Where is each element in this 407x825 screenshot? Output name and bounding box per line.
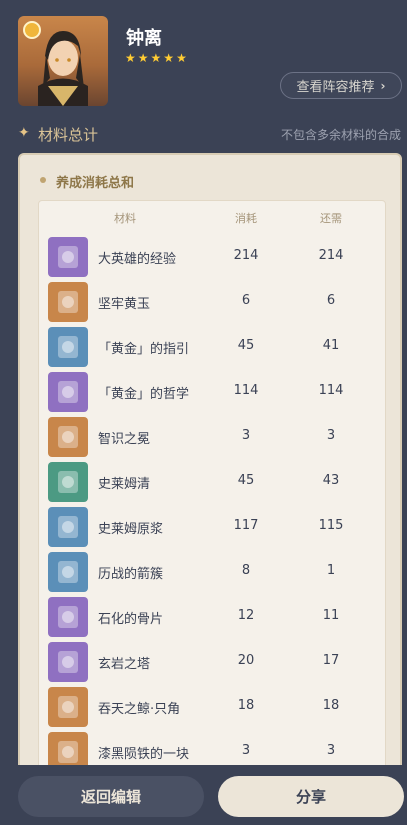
- used-count: 114: [233, 383, 259, 398]
- view-team-recommendation-button[interactable]: 查看阵容推荐 ›: [280, 72, 402, 99]
- column-header-used: 消耗: [235, 212, 257, 225]
- material-name: 玄岩之塔: [98, 657, 151, 672]
- table-row[interactable]: 历战的箭簇 8 1: [39, 550, 385, 595]
- book-icon: [48, 237, 88, 277]
- character-name: 钟离: [126, 28, 162, 49]
- section-title: 材料总计: [38, 126, 99, 144]
- material-name: 吞天之鲸·只角: [98, 702, 181, 717]
- recommend-label: 查看阵容推荐: [296, 80, 375, 95]
- section-note: 不包含多余材料的合成: [280, 128, 401, 142]
- needed-count: 3: [326, 428, 336, 443]
- card-title: 养成消耗总和: [56, 176, 135, 191]
- back-to-edit-button[interactable]: 返回编辑: [18, 776, 204, 817]
- table-row[interactable]: 坚牢黄玉 6 6: [39, 280, 385, 325]
- material-name: 大英雄的经验: [98, 252, 177, 267]
- used-count: 3: [241, 428, 251, 443]
- table-row[interactable]: 玄岩之塔 20 17: [39, 640, 385, 685]
- arrowhead-icon: [48, 552, 88, 592]
- needed-count: 6: [326, 293, 336, 308]
- table-row[interactable]: 石化的骨片 12 11: [39, 595, 385, 640]
- material-name: 坚牢黄玉: [98, 297, 151, 312]
- table-header: 材料 消耗 还需: [39, 201, 385, 235]
- whale-horn-icon: [48, 687, 88, 727]
- table-row[interactable]: 「黄金」的哲学 114 114: [39, 370, 385, 415]
- basalt-pillar-icon: [48, 642, 88, 682]
- used-count: 20: [237, 653, 255, 668]
- bone-shard-icon: [48, 597, 88, 637]
- needed-count: 114: [318, 383, 344, 398]
- philosophy-book-icon: [48, 372, 88, 412]
- used-count: 6: [241, 293, 251, 308]
- needed-count: 214: [318, 248, 344, 263]
- table-row[interactable]: 吞天之鲸·只角 18 18: [39, 685, 385, 730]
- guide-book-icon: [48, 327, 88, 367]
- used-count: 12: [237, 608, 255, 623]
- used-count: 214: [233, 248, 259, 263]
- bullet-icon: [40, 177, 46, 183]
- material-name: 「黄金」的哲学: [98, 387, 190, 402]
- needed-count: 18: [322, 698, 340, 713]
- used-count: 117: [233, 518, 259, 533]
- material-name: 石化的骨片: [98, 612, 164, 627]
- column-header-material: 材料: [114, 212, 136, 225]
- table-row[interactable]: 大英雄的经验 214 214: [39, 235, 385, 280]
- material-name: 史莱姆原浆: [98, 522, 164, 537]
- table-body: 大英雄的经验 214 214 坚牢黄玉 6 6 「黄金」的指引 45 41 「黄金」的哲学 114 1…: [39, 235, 385, 775]
- table-row[interactable]: 智识之冕 3 3: [39, 415, 385, 460]
- column-header-needed: 还需: [320, 212, 342, 225]
- used-count: 45: [237, 473, 255, 488]
- star-icon: ★: [137, 51, 149, 65]
- star-rating: ★ ★ ★ ★ ★: [125, 52, 187, 64]
- needed-count: 41: [322, 338, 340, 353]
- needed-count: 17: [322, 653, 340, 668]
- material-name: 史莱姆清: [98, 477, 151, 492]
- crown-icon: [48, 417, 88, 457]
- geo-element-icon: [23, 21, 41, 39]
- table-row[interactable]: 史莱姆原浆 117 115: [39, 505, 385, 550]
- character-avatar: [18, 16, 108, 106]
- used-count: 8: [241, 563, 251, 578]
- used-count: 3: [241, 743, 251, 758]
- star-icon: ★: [176, 51, 187, 65]
- needed-count: 43: [322, 473, 340, 488]
- material-name: 漆黑陨铁的一块: [98, 747, 190, 762]
- star-icon: ★: [150, 51, 162, 65]
- share-button[interactable]: 分享: [218, 776, 404, 817]
- slime-concentrate-icon: [48, 507, 88, 547]
- star-icon: ★: [163, 51, 175, 65]
- used-count: 18: [237, 698, 255, 713]
- materials-card: 养成消耗总和 材料 消耗 还需 大英雄的经验 214 214 坚牢黄玉 6 6 「黄金」的指…: [18, 153, 402, 793]
- needed-count: 11: [322, 608, 340, 623]
- material-name: 智识之冕: [98, 432, 151, 447]
- material-name: 「黄金」的指引: [98, 342, 190, 357]
- topaz-gem-icon: [48, 282, 88, 322]
- needed-count: 1: [326, 563, 336, 578]
- table-row[interactable]: 史莱姆清 45 43: [39, 460, 385, 505]
- character-header: 钟离 ★ ★ ★ ★ ★ 查看阵容推荐 ›: [0, 0, 407, 120]
- used-count: 45: [237, 338, 255, 353]
- needed-count: 115: [318, 518, 344, 533]
- star-icon: ★: [125, 51, 136, 65]
- chevron-right-icon: ›: [380, 78, 386, 93]
- card-header: 养成消耗总和: [20, 155, 400, 199]
- materials-table[interactable]: 材料 消耗 还需 大英雄的经验 214 214 坚牢黄玉 6 6 「黄金」的指引 45 41 「黄…: [38, 200, 386, 791]
- sparkle-icon: ✦: [18, 125, 30, 141]
- table-row[interactable]: 「黄金」的指引 45 41: [39, 325, 385, 370]
- needed-count: 3: [326, 743, 336, 758]
- materials-summary-section: ✦ 材料总计 不包含多余材料的合成: [0, 120, 407, 146]
- slime-condensate-icon: [48, 462, 88, 502]
- material-name: 历战的箭簇: [98, 567, 164, 582]
- footer-bar: 返回编辑 分享: [0, 765, 407, 825]
